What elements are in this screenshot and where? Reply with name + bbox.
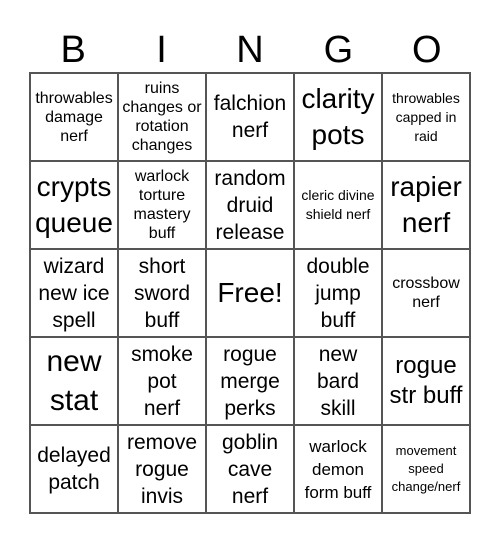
bingo-cell[interactable]: new stat: [30, 337, 118, 425]
cell-text: wizard new ice spell: [38, 254, 110, 332]
bingo-cell[interactable]: short sword buff: [118, 249, 206, 337]
cell-text: falchion nerf: [213, 92, 287, 142]
bingo-board: throwables damage nerf ruins changes or …: [29, 72, 471, 514]
cell-text: rogue str buff: [389, 352, 463, 409]
cell-text: Free!: [217, 277, 283, 308]
cell-text: rapier nerf: [390, 171, 462, 238]
bingo-cell[interactable]: goblin cave nerf: [206, 425, 294, 513]
free-space[interactable]: Free!: [206, 249, 294, 337]
bingo-header: B I N G O: [29, 28, 471, 72]
bingo-cell[interactable]: movement speed change/nerf: [382, 425, 470, 513]
header-letter-i: I: [156, 29, 167, 71]
cell-text: crossbow nerf: [392, 275, 460, 311]
bingo-cell[interactable]: warlock demon form buff: [294, 425, 382, 513]
cell-text: new stat: [46, 345, 102, 417]
cell-text: rogue merge perks: [220, 342, 280, 420]
bingo-cell[interactable]: rogue merge perks: [206, 337, 294, 425]
bingo-cell[interactable]: random druid release: [206, 161, 294, 249]
cell-text: movement speed change/nerf: [391, 443, 461, 494]
header-letter-b: B: [60, 29, 86, 71]
cell-text: random druid release: [214, 166, 286, 244]
cell-text: cleric divine shield nerf: [301, 187, 375, 222]
cell-text: warlock demon form buff: [304, 436, 372, 502]
bingo-cell[interactable]: new bard skill: [294, 337, 382, 425]
bingo-cell[interactable]: crossbow nerf: [382, 249, 470, 337]
bingo-cell[interactable]: crypts queue: [30, 161, 118, 249]
bingo-cell[interactable]: rogue str buff: [382, 337, 470, 425]
cell-text: goblin cave nerf: [221, 430, 279, 508]
cell-text: throwables capped in raid: [392, 89, 460, 144]
header-letter-o: O: [411, 29, 442, 71]
bingo-cell[interactable]: warlock torture mastery buff: [118, 161, 206, 249]
bingo-cell[interactable]: throwables capped in raid: [382, 73, 470, 161]
header-letter-n: N: [236, 29, 264, 71]
bingo-cell[interactable]: smoke pot nerf: [118, 337, 206, 425]
cell-text: new bard skill: [316, 342, 360, 420]
cell-text: clarity pots: [301, 83, 375, 150]
bingo-cell[interactable]: cleric divine shield nerf: [294, 161, 382, 249]
bingo-cell[interactable]: clarity pots: [294, 73, 382, 161]
cell-text: warlock torture mastery buff: [133, 168, 191, 242]
cell-text: short sword buff: [133, 254, 191, 332]
cell-text: crypts queue: [35, 171, 113, 238]
cell-text: smoke pot nerf: [131, 342, 193, 420]
cell-text: double jump buff: [306, 254, 370, 332]
bingo-cell[interactable]: double jump buff: [294, 249, 382, 337]
cell-text: remove rogue invis: [126, 430, 198, 508]
bingo-cell[interactable]: wizard new ice spell: [30, 249, 118, 337]
bingo-cell[interactable]: throwables damage nerf: [30, 73, 118, 161]
cell-text: throwables damage nerf: [35, 89, 113, 145]
bingo-cell[interactable]: falchion nerf: [206, 73, 294, 161]
bingo-cell[interactable]: remove rogue invis: [118, 425, 206, 513]
bingo-cell[interactable]: delayed patch: [30, 425, 118, 513]
header-letter-g: G: [323, 29, 354, 71]
bingo-cell[interactable]: ruins changes or rotation changes: [118, 73, 206, 161]
cell-text: ruins changes or rotation changes: [122, 80, 202, 154]
cell-text: delayed patch: [37, 444, 111, 494]
bingo-cell[interactable]: rapier nerf: [382, 161, 470, 249]
